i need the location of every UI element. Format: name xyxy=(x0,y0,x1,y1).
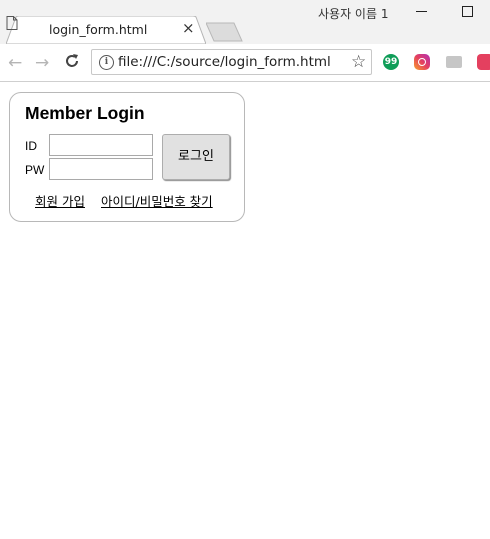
back-arrow-icon[interactable]: ← xyxy=(8,53,22,73)
browser-toolbar: ← → i file:///C:/source/login_form.html … xyxy=(0,44,490,82)
address-bar[interactable]: i file:///C:/source/login_form.html ☆ xyxy=(91,49,372,75)
info-icon[interactable]: i xyxy=(99,55,114,70)
chat-extension-icon[interactable] xyxy=(446,56,462,68)
reload-icon[interactable] xyxy=(63,52,81,70)
signup-link[interactable]: 회원 가입 xyxy=(35,191,85,210)
forward-arrow-icon[interactable]: → xyxy=(35,53,49,73)
new-tab-button[interactable] xyxy=(206,22,244,42)
login-button[interactable]: 로그인 xyxy=(162,134,230,180)
close-tab-icon[interactable]: × xyxy=(182,19,195,37)
instagram-icon[interactable] xyxy=(414,54,430,70)
browser-titlebar: 사용자 이름 1 login_form.html × xyxy=(0,0,490,44)
login-form: Member Login ID PW 로그인 회원 가입 아이디/비밀번호 찾기 xyxy=(9,92,245,222)
pw-label: PW xyxy=(25,163,45,177)
find-account-link[interactable]: 아이디/비밀번호 찾기 xyxy=(101,191,213,210)
login-title: Member Login xyxy=(25,103,145,123)
id-input[interactable] xyxy=(49,134,153,156)
tab-title: login_form.html xyxy=(49,22,148,37)
minimize-button[interactable] xyxy=(416,11,427,12)
pocket-icon[interactable] xyxy=(477,54,490,70)
id-label: ID xyxy=(25,139,37,153)
browser-tab[interactable]: login_form.html × xyxy=(6,16,206,44)
maximize-button[interactable] xyxy=(462,6,473,17)
address-url[interactable]: file:///C:/source/login_form.html xyxy=(118,54,331,70)
bookmark-star-icon[interactable]: ☆ xyxy=(351,52,366,72)
profile-user-label[interactable]: 사용자 이름 1 xyxy=(318,5,388,22)
hangouts-icon[interactable]: 99 xyxy=(383,54,399,70)
password-input[interactable] xyxy=(49,158,153,180)
document-icon xyxy=(6,16,18,30)
